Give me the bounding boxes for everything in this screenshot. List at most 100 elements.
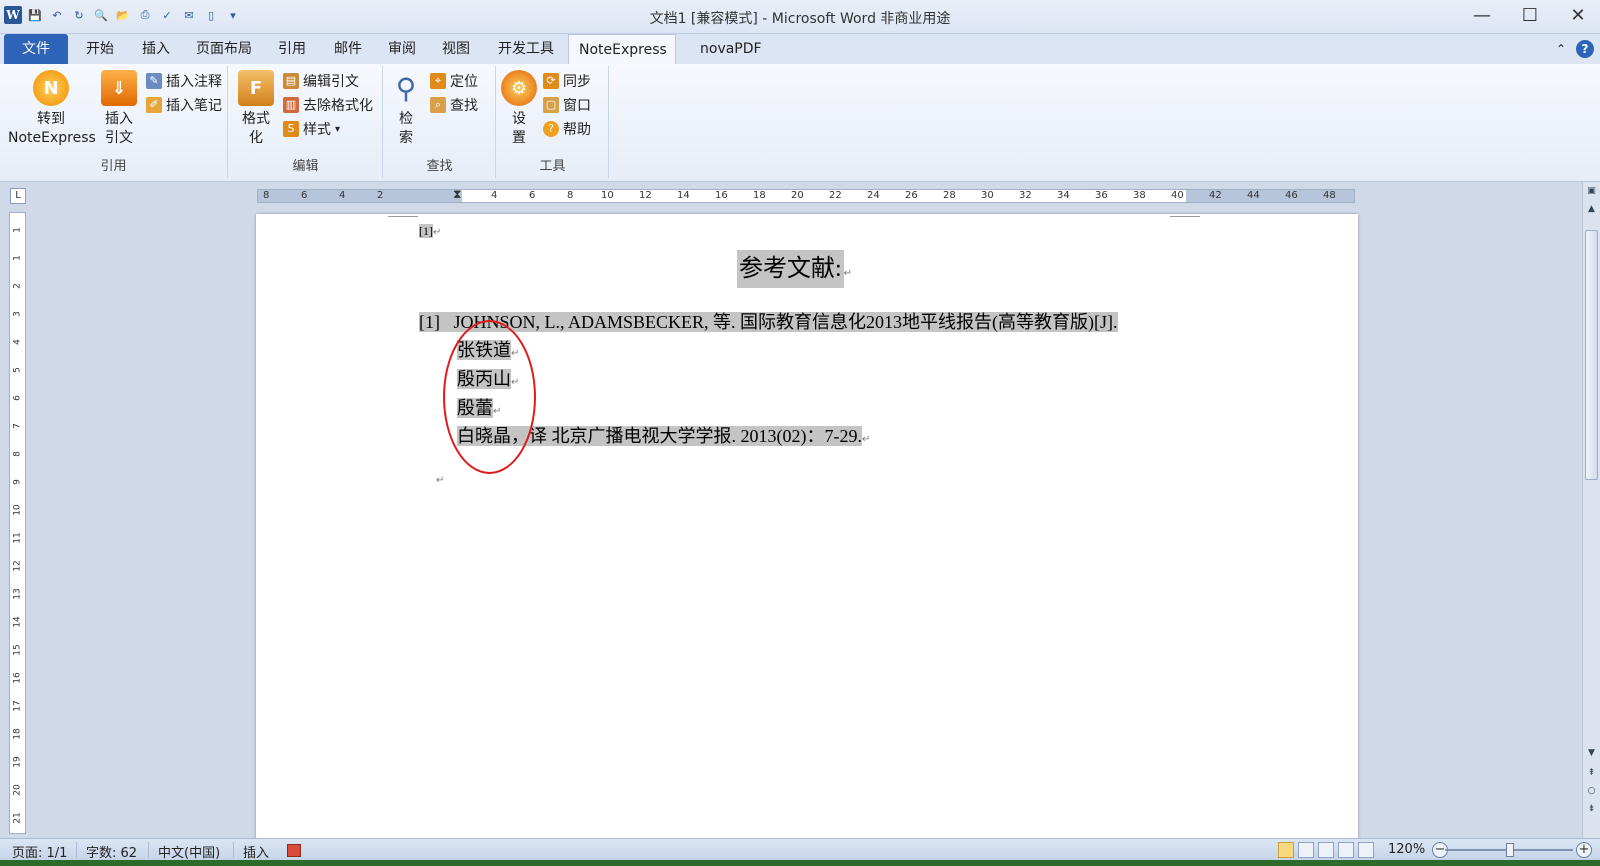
zoom-in-icon[interactable]: +	[1576, 842, 1592, 858]
web-layout-icon[interactable]	[1318, 842, 1334, 858]
vertical-scrollbar[interactable]: ▣ ▲ ▼ ⇞ ○ ⇟	[1582, 182, 1600, 838]
tab-home[interactable]: 开始	[76, 34, 124, 64]
locate-button[interactable]: ⌖ 定位	[430, 70, 478, 92]
scroll-up-icon[interactable]: ▲	[1583, 204, 1600, 214]
vertical-ruler[interactable]: 1 1 2 3 4 5 6 7 8 9 10 11 12 13 14 15 16…	[9, 212, 26, 834]
style-dropdown[interactable]: S 样式 ▾	[283, 118, 340, 140]
group-label-find: 查找	[426, 159, 453, 174]
ruler-label: 2	[377, 190, 384, 201]
document-area: [1]↵ 参考文献: ↵ [1] JOHNSON, L., ADAMSBECKER…	[30, 212, 1582, 838]
document-page[interactable]: [1]↵ 参考文献: ↵ [1] JOHNSON, L., ADAMSBECKER…	[256, 214, 1358, 838]
taskbar-strip	[0, 860, 1600, 866]
ruler-toggle-icon[interactable]: ▣	[1583, 186, 1600, 196]
remove-format-button[interactable]: ▥ 去除格式化	[283, 94, 373, 116]
minimize-icon[interactable]: —	[1468, 4, 1496, 28]
insert-citation-button[interactable]: ⇓ 插入 引文	[96, 70, 142, 148]
ruler-label: 5	[12, 367, 23, 373]
language-indicator[interactable]: 中文(中国)	[158, 842, 220, 861]
format-icon: F	[238, 70, 274, 106]
tab-view[interactable]: 视图	[432, 34, 480, 64]
ruler-label: 18	[12, 728, 23, 740]
outline-view-icon[interactable]	[1338, 842, 1354, 858]
zoom-level[interactable]: 120%	[1388, 842, 1425, 857]
margin-corner	[388, 216, 418, 224]
tab-developer[interactable]: 开发工具	[488, 34, 564, 64]
indent-marker-icon[interactable]: ⧗	[453, 190, 461, 200]
reference-entry-line1[interactable]: [1] JOHNSON, L., ADAMSBECKER, 等. 国际教育信息化…	[419, 308, 1118, 334]
word-count[interactable]: 字数: 62	[86, 842, 137, 861]
help-icon[interactable]: ?	[1576, 40, 1594, 58]
print-layout-view-icon[interactable]	[1278, 842, 1294, 858]
insert-mode-indicator[interactable]: 插入	[243, 842, 269, 861]
edit-citation-button[interactable]: ▤ 编辑引文	[283, 70, 359, 92]
help-button[interactable]: ? 帮助	[543, 118, 591, 140]
ruler-label: 4	[12, 339, 23, 345]
next-page-icon[interactable]: ⇟	[1583, 804, 1600, 814]
scroll-thumb[interactable]	[1585, 230, 1598, 480]
ruler-label: 10	[601, 190, 614, 201]
edit-citation-icon: ▤	[283, 73, 299, 89]
window-icon: ▢	[543, 97, 559, 113]
insert-memo-icon: ✐	[146, 97, 162, 113]
ruler-label: 40	[1171, 190, 1184, 201]
find-button[interactable]: ⌕ 查找	[430, 94, 478, 116]
tab-references[interactable]: 引用	[268, 34, 316, 64]
group-label-citation: 引用	[100, 159, 127, 174]
tab-file[interactable]: 文件	[4, 34, 68, 64]
ruler-label: 38	[1133, 190, 1146, 201]
maximize-icon[interactable]: ☐	[1516, 4, 1544, 28]
ruler-label: 34	[1057, 190, 1070, 201]
tab-noteexpress[interactable]: NoteExpress	[568, 34, 676, 64]
full-screen-reading-icon[interactable]	[1298, 842, 1314, 858]
tab-insert[interactable]: 插入	[132, 34, 180, 64]
search-button[interactable]: ⚲ 检 索	[386, 70, 426, 148]
insert-memo-button[interactable]: ✐ 插入笔记	[146, 94, 222, 116]
collapse-ribbon-icon[interactable]: ⌃	[1556, 42, 1566, 56]
ruler-label: 18	[753, 190, 766, 201]
tab-novapdf[interactable]: novaPDF	[690, 34, 772, 64]
group-edit: F 格式 化 ▤ 编辑引文 ▥ 去除格式化 S 样式 ▾ 编辑	[229, 66, 383, 178]
ruler-label: 6	[301, 190, 308, 201]
prev-page-icon[interactable]: ⇞	[1583, 768, 1600, 778]
macro-record-icon[interactable]	[287, 844, 301, 857]
tab-review[interactable]: 审阅	[378, 34, 426, 64]
empty-paragraph[interactable]: ↵	[436, 472, 444, 487]
tab-selector-icon[interactable]: L	[10, 188, 26, 204]
ruler-label: 7	[12, 423, 23, 429]
tab-mailings[interactable]: 邮件	[324, 34, 372, 64]
ruler-label: 19	[12, 756, 23, 768]
draft-view-icon[interactable]	[1358, 842, 1374, 858]
ruler-label: 44	[1247, 190, 1260, 201]
status-bar: 页面: 1/1 字数: 62 中文(中国) 插入 120% − +	[0, 838, 1600, 861]
format-button[interactable]: F 格式 化	[235, 70, 277, 148]
ruler-label: 10	[12, 504, 23, 516]
insert-note-button[interactable]: ✎ 插入注释	[146, 70, 222, 92]
citation-mark[interactable]: [1]↵	[419, 224, 441, 239]
scroll-down-icon[interactable]: ▼	[1583, 748, 1600, 758]
ruler-label: 13	[12, 588, 23, 600]
find-icon: ⌕	[430, 97, 446, 113]
goto-noteexpress-button[interactable]: N 转到 NoteExpress	[8, 70, 96, 148]
browse-object-icon[interactable]: ○	[1583, 786, 1600, 796]
ruler-label: 20	[791, 190, 804, 201]
references-heading[interactable]: 参考文献: ↵	[737, 248, 852, 288]
page-count[interactable]: 页面: 1/1	[12, 842, 67, 861]
ruler-label: 36	[1095, 190, 1108, 201]
tab-page-layout[interactable]: 页面布局	[186, 34, 262, 64]
sync-button[interactable]: ⟳ 同步	[543, 70, 591, 92]
ruler-label: 15	[12, 644, 23, 656]
ruler-label: 1	[12, 255, 23, 261]
noteexpress-logo-icon: N	[33, 70, 69, 106]
close-icon[interactable]: ✕	[1564, 4, 1592, 28]
zoom-slider-thumb[interactable]	[1506, 843, 1514, 857]
ruler-label: 8	[12, 451, 23, 457]
ruler-label: 12	[639, 190, 652, 201]
settings-button[interactable]: ⚙ 设 置	[499, 70, 539, 148]
margin-corner	[1170, 216, 1200, 224]
sync-icon: ⟳	[543, 73, 559, 89]
window-button[interactable]: ▢ 窗口	[543, 94, 591, 116]
ruler-label: 4	[491, 190, 498, 201]
horizontal-ruler[interactable]: 8 6 4 2 ⧗ 4 6 8 10 12 14 16 18 20 22 24 …	[257, 189, 1355, 203]
insert-citation-icon: ⇓	[101, 70, 137, 106]
ruler-label: 12	[12, 560, 23, 572]
